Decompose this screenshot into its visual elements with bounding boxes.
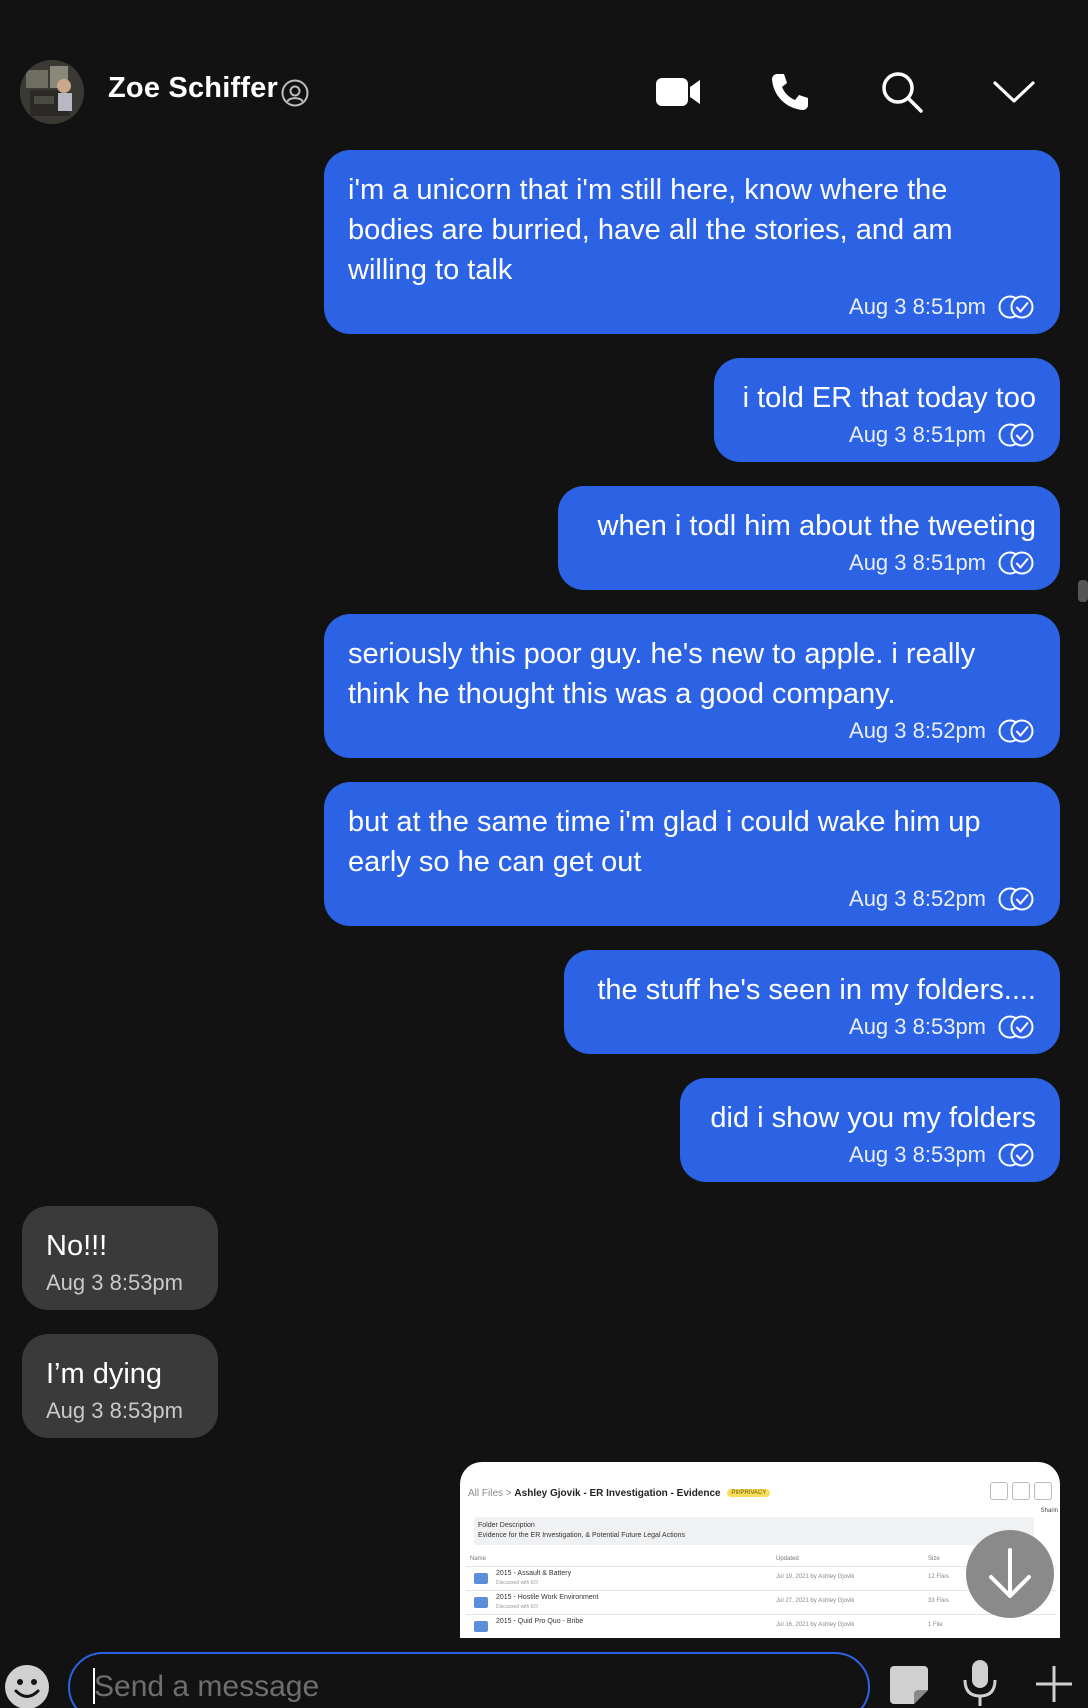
message-bubble-outgoing[interactable]: the stuff he's seen in my folders.... Au… bbox=[564, 950, 1060, 1054]
file-note: Discussed with EO bbox=[496, 1604, 538, 1610]
emoji-icon[interactable] bbox=[4, 1664, 50, 1708]
file-size: 1 File bbox=[928, 1622, 943, 1628]
message-text: the stuff he's seen in my folders.... bbox=[597, 974, 1036, 1006]
file-size: 33 Files bbox=[928, 1598, 950, 1604]
message-composer bbox=[0, 1640, 1088, 1708]
file-updated: Jul 19, 2021 by Ashley Gjovik bbox=[776, 1574, 855, 1580]
microphone-icon[interactable] bbox=[960, 1658, 1000, 1708]
message-time: Aug 3 8:51pm bbox=[849, 550, 986, 575]
read-check-icon bbox=[998, 295, 1034, 319]
file-name: 2015 - Quid Pro Quo - Bribe bbox=[496, 1618, 584, 1625]
file-updated: Jul 27, 2021 by Ashley Gjovik bbox=[776, 1598, 855, 1604]
attachment-toolbar bbox=[990, 1482, 1052, 1500]
file-name: 2015 - Hostile Work Environment bbox=[496, 1594, 599, 1601]
message-bubble-outgoing[interactable]: seriously this poor guy. he's new to app… bbox=[324, 614, 1060, 758]
message-time: Aug 3 8:51pm bbox=[849, 294, 986, 319]
read-check-icon bbox=[998, 1015, 1034, 1039]
table-row: 2015 - Quid Pro Quo - Bribe Jul 16, 2021… bbox=[466, 1614, 1056, 1638]
message-meta: Aug 3 8:53pm bbox=[46, 1268, 194, 1298]
search-button[interactable] bbox=[876, 66, 928, 118]
sticker-icon[interactable] bbox=[888, 1664, 930, 1706]
search-icon bbox=[882, 72, 923, 113]
folder-icon bbox=[474, 1621, 488, 1632]
chat-header: Zoe Schiffer bbox=[0, 0, 1088, 150]
message-meta: Aug 3 8:51pm bbox=[348, 292, 1036, 322]
folder-description: Folder Description Evidence for the ER I… bbox=[474, 1517, 1034, 1545]
column-size: Size bbox=[928, 1556, 940, 1562]
message-time: Aug 3 8:53pm bbox=[46, 1398, 183, 1423]
message-text: I’m dying bbox=[46, 1358, 163, 1390]
message-meta: Aug 3 8:52pm bbox=[348, 716, 1036, 746]
at-icon bbox=[281, 79, 309, 107]
message-bubble-incoming[interactable]: I’m dying Aug 3 8:53pm bbox=[22, 1334, 218, 1438]
message-input[interactable] bbox=[68, 1652, 870, 1708]
message-bubble-incoming[interactable]: No!!! Aug 3 8:53pm bbox=[22, 1206, 218, 1310]
chat-window: Zoe Schiffer i'm a unicorn that i'm stil… bbox=[0, 0, 1088, 1708]
breadcrumb-root: All Files bbox=[468, 1488, 504, 1499]
read-check-icon bbox=[998, 423, 1034, 447]
message-text: i told ER that today too bbox=[742, 382, 1036, 414]
voice-call-button[interactable] bbox=[764, 66, 816, 118]
message-text: when i todl him about the tweeting bbox=[597, 510, 1037, 542]
message-time: Aug 3 8:51pm bbox=[849, 422, 986, 447]
sharing-label: Sharin bbox=[1040, 1508, 1058, 1514]
scrollbar-thumb[interactable] bbox=[1078, 580, 1088, 602]
folder-description-label: Folder Description bbox=[478, 1522, 535, 1529]
message-time: Aug 3 8:52pm bbox=[849, 886, 986, 911]
arrow-down-icon bbox=[989, 1548, 1031, 1598]
scroll-to-bottom-button[interactable] bbox=[966, 1530, 1054, 1618]
message-meta: Aug 3 8:53pm bbox=[588, 1012, 1036, 1042]
read-check-icon bbox=[998, 1143, 1034, 1167]
message-time: Aug 3 8:52pm bbox=[849, 718, 986, 743]
message-meta: Aug 3 8:53pm bbox=[46, 1396, 194, 1426]
contact-name[interactable]: Zoe Schiffer bbox=[108, 72, 278, 105]
message-text: but at the same time i'm glad i could wa… bbox=[348, 806, 981, 878]
text-caret bbox=[93, 1668, 95, 1704]
file-size: 12 Files bbox=[928, 1574, 950, 1580]
avatar[interactable] bbox=[20, 60, 84, 124]
message-text: did i show you my folders bbox=[710, 1102, 1036, 1134]
message-time: Aug 3 8:53pm bbox=[849, 1014, 986, 1039]
message-meta: Aug 3 8:53pm bbox=[704, 1140, 1036, 1170]
message-bubble-outgoing[interactable]: i'm a unicorn that i'm still here, know … bbox=[324, 150, 1060, 334]
image-attachment[interactable]: All Files > Ashley Gjovik - ER Investiga… bbox=[460, 1462, 1060, 1638]
more-options-button[interactable] bbox=[988, 66, 1040, 118]
message-time: Aug 3 8:53pm bbox=[46, 1270, 183, 1295]
video-call-button[interactable] bbox=[652, 66, 704, 118]
phone-icon bbox=[772, 74, 808, 110]
message-text: seriously this poor guy. he's new to app… bbox=[348, 638, 976, 710]
message-time: Aug 3 8:53pm bbox=[849, 1142, 986, 1167]
file-updated: Jul 16, 2021 by Ashley Gjovik bbox=[776, 1622, 855, 1628]
folder-description-text: Evidence for the ER Investigation, & Pot… bbox=[478, 1532, 686, 1539]
message-bubble-outgoing[interactable]: when i todl him about the tweeting Aug 3… bbox=[558, 486, 1060, 590]
message-bubble-outgoing[interactable]: but at the same time i'm glad i could wa… bbox=[324, 782, 1060, 926]
file-name: 2015 - Assault & Battery bbox=[496, 1570, 572, 1577]
column-updated: Updated bbox=[776, 1556, 799, 1562]
privacy-tag: PII/PRIVACY bbox=[727, 1489, 771, 1498]
message-text: No!!! bbox=[46, 1230, 108, 1262]
message-meta: Aug 3 8:52pm bbox=[348, 884, 1036, 914]
column-name: Name bbox=[470, 1556, 487, 1562]
folder-title: Ashley Gjovik - ER Investigation - Evide… bbox=[514, 1488, 721, 1499]
folder-icon bbox=[474, 1597, 488, 1608]
plus-icon[interactable] bbox=[1034, 1664, 1074, 1704]
read-check-icon bbox=[998, 551, 1034, 575]
message-text: i'm a unicorn that i'm still here, know … bbox=[348, 174, 953, 286]
table-row: 2015 - Hostile Work Environment Discusse… bbox=[466, 1590, 1056, 1614]
message-meta: Aug 3 8:51pm bbox=[582, 548, 1036, 578]
chevron-down-icon bbox=[993, 81, 1035, 103]
attachment-breadcrumb: All Files > Ashley Gjovik - ER Investiga… bbox=[468, 1488, 771, 1499]
read-check-icon bbox=[998, 887, 1034, 911]
message-meta: Aug 3 8:51pm bbox=[738, 420, 1036, 450]
message-bubble-outgoing[interactable]: did i show you my folders Aug 3 8:53pm bbox=[680, 1078, 1060, 1182]
video-camera-icon bbox=[656, 78, 700, 106]
message-bubble-outgoing[interactable]: i told ER that today too Aug 3 8:51pm bbox=[714, 358, 1060, 462]
read-check-icon bbox=[998, 719, 1034, 743]
file-note: Discussed with EO bbox=[496, 1580, 538, 1586]
folder-icon bbox=[474, 1573, 488, 1584]
